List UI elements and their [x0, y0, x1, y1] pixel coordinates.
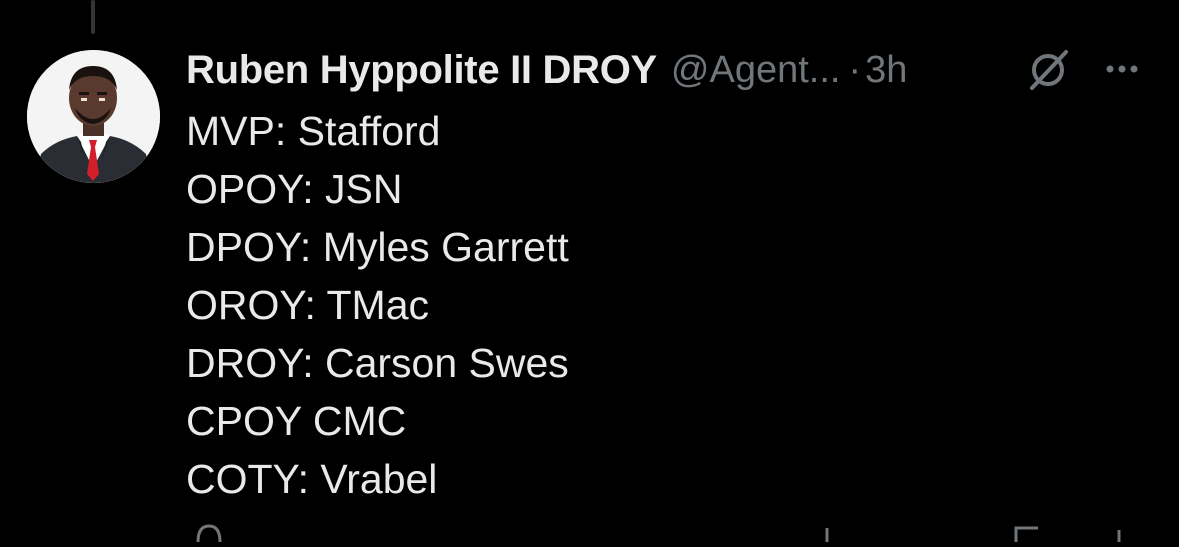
author-handle[interactable]: @Agent...	[671, 49, 841, 92]
separator-dot: ·	[848, 48, 862, 91]
more-icon[interactable]	[1104, 54, 1140, 84]
post-text-line: OROY: TMac	[186, 282, 430, 328]
post-text-line: COTY: Vrabel	[186, 456, 438, 502]
post-text-line: OPOY: JSN	[186, 166, 403, 212]
views-icon[interactable]	[812, 522, 842, 542]
avatar-illustration	[27, 50, 160, 183]
post-text-line: DROY: Carson Swes	[186, 340, 569, 386]
share-icon[interactable]	[1104, 522, 1134, 542]
avatar[interactable]	[27, 50, 160, 183]
grok-icon[interactable]	[1024, 46, 1072, 94]
post-text: MVP: Stafford OPOY: JSN DPOY: Myles Garr…	[186, 102, 1146, 508]
post-text-line: DPOY: Myles Garrett	[186, 224, 569, 270]
bookmark-icon[interactable]	[1012, 522, 1042, 542]
post-text-line: MVP: Stafford	[186, 108, 441, 154]
reply-icon[interactable]	[194, 522, 224, 543]
post-actions	[186, 522, 1146, 543]
post-text-line: CPOY CMC	[186, 398, 407, 444]
author-display-name[interactable]: Ruben Hyppolite II DROY	[186, 48, 657, 93]
thread-connector-line	[91, 0, 95, 34]
post-header: Ruben Hyppolite II DROY @Agent... · 3h	[186, 44, 1166, 96]
post-timestamp[interactable]: 3h	[865, 49, 907, 92]
